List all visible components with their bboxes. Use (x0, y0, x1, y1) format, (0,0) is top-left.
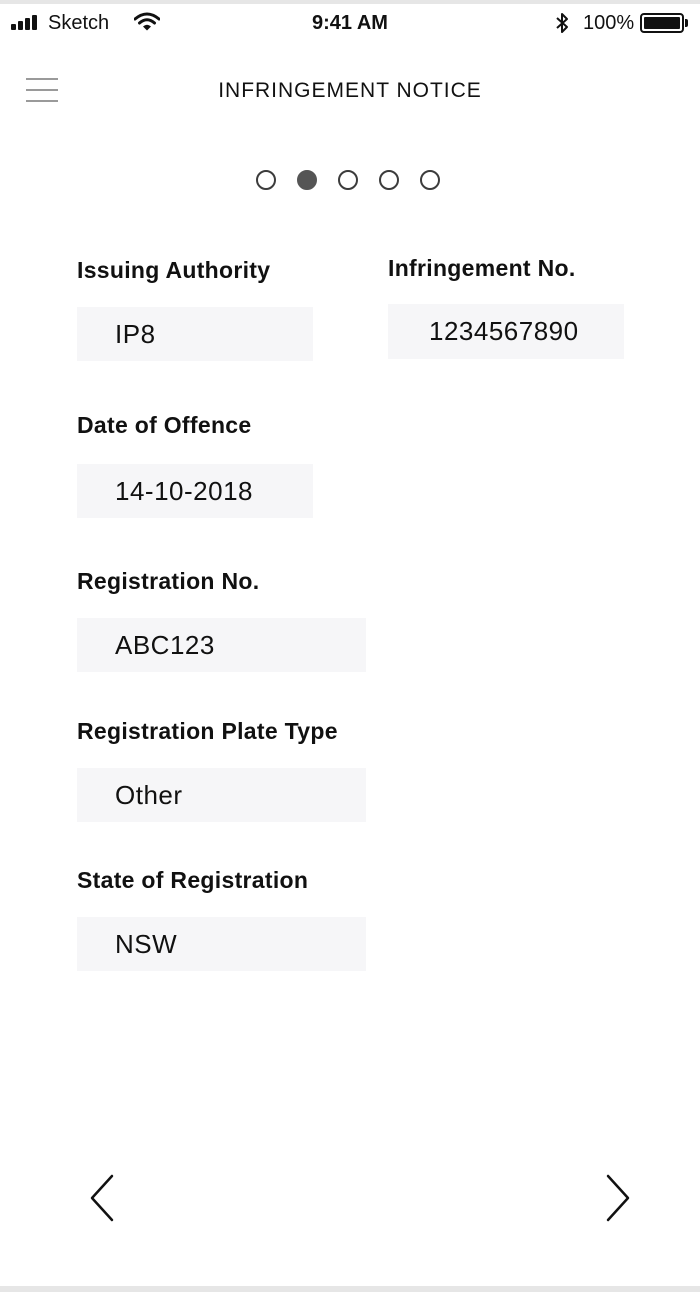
battery-percentage: 100% (583, 12, 635, 34)
date-of-offence-label: Date of Offence (77, 412, 252, 438)
plate-type-field[interactable]: Other (77, 768, 366, 822)
chevron-right-icon[interactable] (598, 1170, 638, 1226)
battery-cap (685, 19, 688, 27)
pagination-dots (256, 170, 446, 190)
infringement-no-field[interactable]: 1234567890 (388, 304, 624, 359)
registration-no-label: Registration No. (77, 568, 260, 594)
date-of-offence-field[interactable]: 14-10-2018 (77, 464, 313, 518)
page-dot-4[interactable] (379, 170, 399, 190)
page-title: INFRINGEMENT NOTICE (218, 79, 482, 102)
page-dot-3[interactable] (338, 170, 358, 190)
page-dot-5[interactable] (420, 170, 440, 190)
state-of-registration-label: State of Registration (77, 867, 309, 893)
issuing-authority-field[interactable]: IP8 (77, 307, 313, 361)
page-dot-2-active[interactable] (297, 170, 317, 190)
bottom-border (0, 1286, 700, 1292)
registration-no-field[interactable]: ABC123 (77, 618, 366, 672)
battery-full-icon (640, 13, 684, 33)
state-of-registration-field[interactable]: NSW (77, 917, 366, 971)
page-dot-1[interactable] (256, 170, 276, 190)
plate-type-label: Registration Plate Type (77, 718, 338, 744)
bluetooth-icon (556, 13, 568, 33)
issuing-authority-label: Issuing Authority (77, 257, 271, 283)
chevron-left-icon[interactable] (84, 1170, 124, 1226)
status-bar: Sketch 9:41 AM 100% (0, 4, 700, 42)
infringement-no-label: Infringement No. (388, 255, 576, 281)
